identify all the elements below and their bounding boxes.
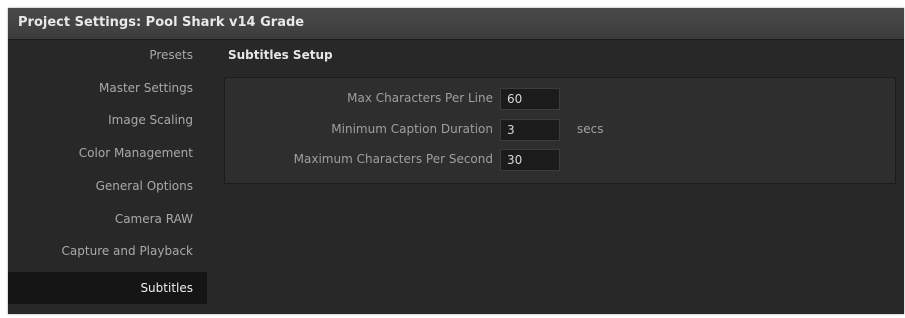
sidebar-item-camera-raw[interactable]: Camera RAW — [8, 204, 207, 234]
sidebar-item-master-settings[interactable]: Master Settings — [8, 73, 207, 103]
settings-main-panel: Subtitles Setup Max Characters Per Line … — [208, 40, 904, 314]
window-title: Project Settings: Pool Shark v14 Grade — [18, 15, 305, 30]
subtitles-setup-panel: Max Characters Per Line Minimum Caption … — [224, 77, 896, 184]
minimum-caption-duration-label: Minimum Caption Duration — [331, 122, 493, 136]
duration-unit-label: secs — [577, 122, 604, 136]
sidebar-item-general-options[interactable]: General Options — [8, 171, 207, 201]
project-settings-window: Project Settings: Pool Shark v14 Grade P… — [8, 8, 904, 314]
sidebar-item-color-management[interactable]: Color Management — [8, 138, 207, 168]
settings-sidebar: Presets Master Settings Image Scaling Co… — [8, 40, 208, 314]
minimum-caption-duration-input[interactable] — [500, 119, 560, 141]
sidebar-item-image-scaling[interactable]: Image Scaling — [8, 105, 207, 135]
title-bar: Project Settings: Pool Shark v14 Grade — [8, 8, 904, 40]
maximum-characters-per-second-label: Maximum Characters Per Second — [293, 152, 493, 166]
max-characters-per-line-label: Max Characters Per Line — [347, 91, 493, 105]
sidebar-item-subtitles[interactable]: Subtitles — [8, 272, 207, 304]
sidebar-item-presets[interactable]: Presets — [8, 40, 207, 70]
maximum-characters-per-second-input[interactable] — [500, 149, 560, 171]
max-characters-per-line-input[interactable] — [500, 88, 560, 110]
section-title: Subtitles Setup — [228, 48, 333, 62]
sidebar-item-capture-and-playback[interactable]: Capture and Playback — [8, 236, 207, 266]
